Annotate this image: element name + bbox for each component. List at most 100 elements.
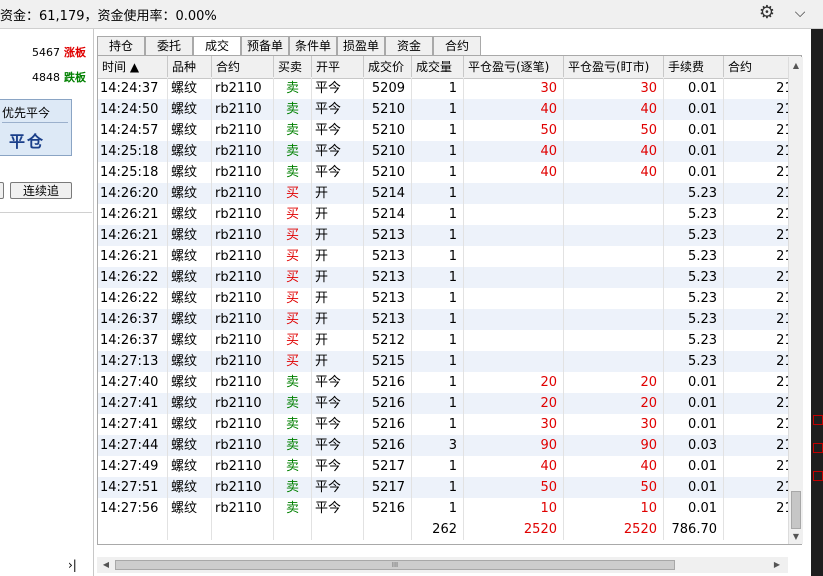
cell-pnl-mark <box>564 288 664 309</box>
cell-side: 卖 <box>274 456 312 477</box>
table-row[interactable]: 14:26:20螺纹rb2110买开521415.23217 <box>98 183 801 204</box>
left-small-button[interactable] <box>0 182 4 199</box>
tab-funds[interactable]: 资金 <box>385 36 433 55</box>
column-header-qty[interactable]: 成交量 <box>412 56 464 77</box>
table-row[interactable]: 14:27:49螺纹rb2110卖平今5217140400.01218 <box>98 456 801 477</box>
cell-pnl-trade: 50 <box>464 477 564 498</box>
cell-qty: 1 <box>412 141 464 162</box>
scroll-right-icon[interactable]: ▶ <box>770 557 784 573</box>
table-row[interactable]: 14:26:22螺纹rb2110买开521315.23217 <box>98 267 801 288</box>
column-header-time[interactable]: 时间 ▲ <box>98 56 168 77</box>
close-position-panel[interactable]: 优先平今 平仓 <box>0 99 72 156</box>
tab-conditional-orders[interactable]: 条件单 <box>289 36 337 55</box>
cell-qty: 1 <box>412 288 464 309</box>
cell-qty: 1 <box>412 330 464 351</box>
scroll-up-icon[interactable]: ▲ <box>789 59 803 73</box>
cell-variety: 螺纹 <box>168 183 212 204</box>
cell-qty: 1 <box>412 204 464 225</box>
table-row[interactable]: 14:25:18螺纹rb2110卖平今5210140400.01216 <box>98 141 801 162</box>
cell-time: 14:27:41 <box>98 414 168 435</box>
cell-pnl-mark: 40 <box>564 162 664 183</box>
cell-price: 5215 <box>364 351 412 372</box>
tab-prepared-orders[interactable]: 预备单 <box>241 36 289 55</box>
totals-empty-cell <box>312 519 364 540</box>
table-row[interactable]: 14:27:44螺纹rb2110卖平今5216390900.03218 <box>98 435 801 456</box>
cell-time: 14:26:22 <box>98 267 168 288</box>
cell-contract: rb2110 <box>212 477 274 498</box>
table-row[interactable]: 14:27:13螺纹rb2110买开521515.23217 <box>98 351 801 372</box>
cell-price: 5213 <box>364 246 412 267</box>
tab-contracts[interactable]: 合约 <box>433 36 481 55</box>
cell-contract: rb2110 <box>212 225 274 246</box>
cell-contract: rb2110 <box>212 204 274 225</box>
tab-trades[interactable]: 成交 <box>193 36 241 56</box>
table-row[interactable]: 14:26:21螺纹rb2110买开521315.23217 <box>98 246 801 267</box>
table-row[interactable]: 14:26:37螺纹rb2110买开521215.23217 <box>98 330 801 351</box>
table-row[interactable]: 14:26:37螺纹rb2110买开521315.23217 <box>98 309 801 330</box>
vertical-scrollbar[interactable]: ▲ ▼ <box>788 57 803 544</box>
table-row[interactable]: 14:24:57螺纹rb2110卖平今5210150500.01216 <box>98 120 801 141</box>
cell-side: 卖 <box>274 393 312 414</box>
column-header-price[interactable]: 成交价 <box>364 56 412 77</box>
continue-chase-button[interactable]: 连续追 <box>10 182 72 199</box>
column-header-fee[interactable]: 手续费 <box>664 56 724 77</box>
tab-stop-orders[interactable]: 损盈单 <box>337 36 385 55</box>
horizontal-scrollbar[interactable]: ◀ III ▶ <box>97 557 788 573</box>
cell-side: 买 <box>274 351 312 372</box>
table-row[interactable]: 14:25:18螺纹rb2110卖平今5210140400.01216 <box>98 162 801 183</box>
totals-empty-cell <box>274 519 312 540</box>
cell-variety: 螺纹 <box>168 309 212 330</box>
tab-orders[interactable]: 委托 <box>145 36 193 55</box>
cell-variety: 螺纹 <box>168 288 212 309</box>
cell-qty: 1 <box>412 498 464 519</box>
table-row[interactable]: 14:27:51螺纹rb2110卖平今5217150500.01218 <box>98 477 801 498</box>
table-row[interactable]: 14:27:41螺纹rb2110卖平今5216130300.01218 <box>98 414 801 435</box>
cell-qty: 1 <box>412 267 464 288</box>
table-row[interactable]: 14:26:21螺纹rb2110买开521415.23217 <box>98 204 801 225</box>
column-header-pnl-mark[interactable]: 平仓盈亏(盯市) <box>564 56 664 77</box>
cell-open-close: 开 <box>312 309 364 330</box>
cell-time: 14:24:57 <box>98 120 168 141</box>
column-header-contract[interactable]: 合约 <box>212 56 274 77</box>
cell-contract: rb2110 <box>212 120 274 141</box>
cell-fee: 5.23 <box>664 246 724 267</box>
cell-qty: 1 <box>412 351 464 372</box>
cell-fee: 0.01 <box>664 162 724 183</box>
divider <box>2 122 68 123</box>
close-position-button[interactable]: 平仓 <box>9 128 45 152</box>
cell-qty: 3 <box>412 435 464 456</box>
table-row[interactable]: 14:26:21螺纹rb2110买开521315.23217 <box>98 225 801 246</box>
column-header-side[interactable]: 买卖 <box>274 56 312 77</box>
cell-contract: rb2110 <box>212 456 274 477</box>
table-row[interactable]: 14:27:40螺纹rb2110卖平今5216120200.01218 <box>98 372 801 393</box>
cell-time: 14:24:37 <box>98 78 168 99</box>
chevron-down-icon[interactable]: ⌵ <box>791 3 809 23</box>
gear-icon[interactable]: ⚙ <box>757 3 777 23</box>
cell-pnl-mark <box>564 330 664 351</box>
table-row[interactable]: 14:24:50螺纹rb2110卖平今5210140400.01216 <box>98 99 801 120</box>
expand-panel-icon[interactable]: ›| <box>68 558 77 572</box>
cell-pnl-mark: 10 <box>564 498 664 519</box>
column-header-open-close[interactable]: 开平 <box>312 56 364 77</box>
cell-price: 5210 <box>364 162 412 183</box>
cell-pnl-mark: 30 <box>564 414 664 435</box>
scroll-left-icon[interactable]: ◀ <box>99 557 113 573</box>
column-header-variety[interactable]: 品种 <box>168 56 212 77</box>
cell-pnl-trade: 40 <box>464 162 564 183</box>
table-row[interactable]: 14:26:22螺纹rb2110买开521315.23217 <box>98 288 801 309</box>
table-row[interactable]: 14:27:56螺纹rb2110卖平今5216110100.01218 <box>98 498 801 519</box>
tab-positions[interactable]: 持仓 <box>97 36 145 55</box>
column-header-pnl-trade[interactable]: 平仓盈亏(逐笔) <box>464 56 564 77</box>
cell-open-close: 开 <box>312 330 364 351</box>
cell-open-close: 平今 <box>312 99 364 120</box>
table-row[interactable]: 14:27:41螺纹rb2110卖平今5216120200.01218 <box>98 393 801 414</box>
cell-pnl-trade <box>464 351 564 372</box>
table-row[interactable]: 14:24:37螺纹rb2110卖平今5209130300.01215 <box>98 78 801 99</box>
cell-pnl-mark <box>564 246 664 267</box>
limit-down-label: 跌板 <box>64 71 86 84</box>
cell-open-close: 开 <box>312 246 364 267</box>
cell-variety: 螺纹 <box>168 225 212 246</box>
scroll-thumb[interactable] <box>791 491 801 529</box>
scroll-down-icon[interactable]: ▼ <box>789 530 803 544</box>
horizontal-scroll-thumb[interactable]: III <box>115 560 675 570</box>
